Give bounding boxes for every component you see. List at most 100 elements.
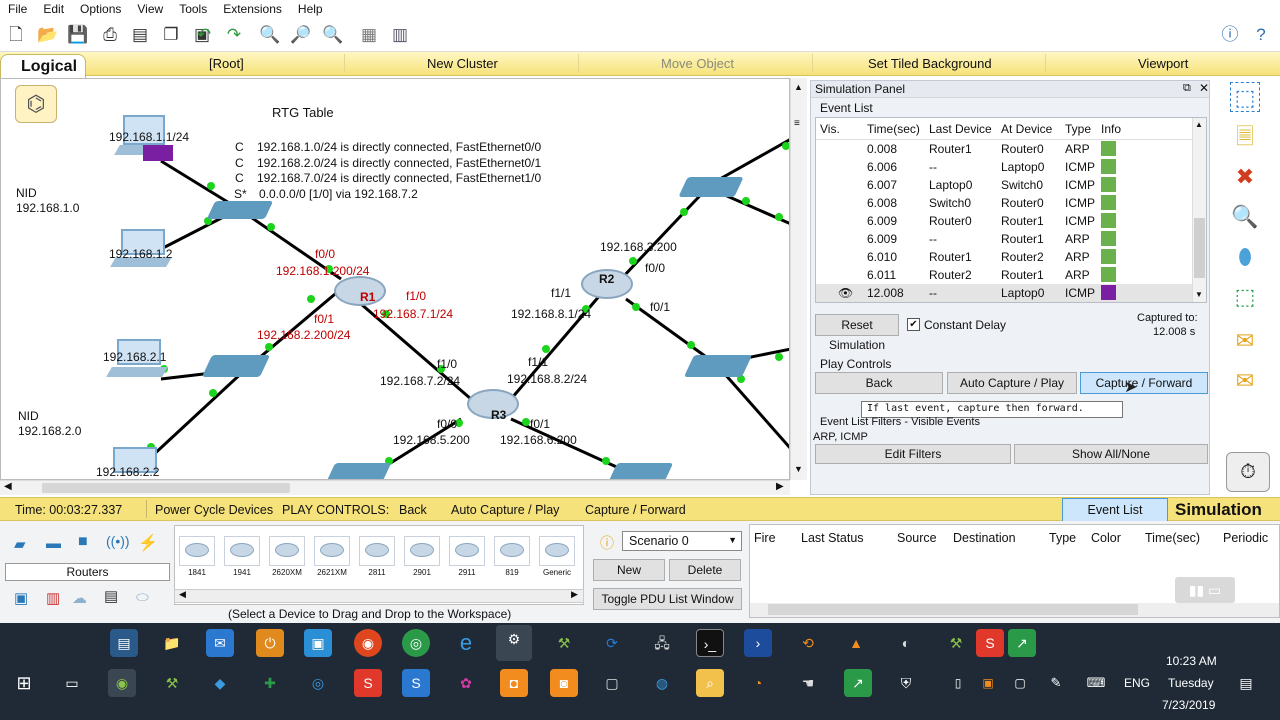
scroll-left-icon[interactable]: ◀ xyxy=(179,589,186,600)
pdu-col-source[interactable]: Source xyxy=(897,531,937,545)
router-model-button[interactable] xyxy=(224,536,260,566)
zoom-in-icon[interactable]: 🔍 xyxy=(259,24,281,46)
switch2[interactable] xyxy=(678,177,744,197)
pdu-envelope-icon[interactable] xyxy=(143,145,173,161)
mail-icon[interactable]: ✉ xyxy=(206,629,234,657)
hubs-category-icon[interactable]: ■ xyxy=(78,533,88,551)
show-all-none-button[interactable]: Show All/None xyxy=(1014,444,1208,464)
router-model-button[interactable] xyxy=(269,536,305,566)
back-button[interactable]: Back xyxy=(815,372,943,394)
scroll-right-icon[interactable]: ▶ xyxy=(776,481,784,492)
app-icon[interactable]: ⟲ xyxy=(794,629,822,657)
language-indicator[interactable]: ENG xyxy=(1124,676,1150,690)
tray-app-icon[interactable]: ▣ xyxy=(974,669,1002,697)
event-row[interactable]: 👁 12.008 -- Laptop0 ICMP xyxy=(816,284,1206,302)
tool3-icon[interactable]: ⚒ xyxy=(158,669,186,697)
pdu-col-time[interactable]: Time(sec) xyxy=(1145,531,1200,545)
print-icon[interactable]: ⎙ xyxy=(99,24,121,46)
scroll-right-icon[interactable]: ▶ xyxy=(571,589,578,600)
delete-icon[interactable]: ✖ xyxy=(1230,162,1260,192)
canvas-vertical-scrollbar[interactable]: ▲ ≡ ▼ xyxy=(790,78,807,480)
palette-icon[interactable]: ▦ xyxy=(358,24,380,46)
close-icon[interactable]: ✕ xyxy=(1199,81,1209,95)
router-model-button[interactable] xyxy=(314,536,350,566)
col-time[interactable]: Time(sec) xyxy=(867,122,920,136)
new-scenario-button[interactable]: New xyxy=(593,559,665,581)
new-file-icon[interactable]: 🗋 xyxy=(5,24,27,46)
pdu-col-destination[interactable]: Destination xyxy=(953,531,1016,545)
canvas-horizontal-scrollbar[interactable]: ◀ ▶ xyxy=(0,480,790,495)
powershell-icon[interactable]: › xyxy=(744,629,772,657)
logical-tab[interactable]: Logical xyxy=(0,54,86,80)
router-model-button[interactable] xyxy=(359,536,395,566)
edit-filters-button[interactable]: Edit Filters xyxy=(815,444,1011,464)
edge-icon[interactable]: ⟳ xyxy=(598,629,626,657)
device-list-scrollbar[interactable]: ◀ ▶ xyxy=(174,589,584,603)
switch0[interactable] xyxy=(206,201,274,219)
clock-day[interactable]: Tuesday xyxy=(1168,676,1214,690)
wireshark-icon[interactable]: ◆ xyxy=(206,669,234,697)
router-model-button[interactable] xyxy=(449,536,485,566)
event-info-swatch[interactable] xyxy=(1101,195,1116,210)
s-app2-icon[interactable]: S xyxy=(354,669,382,697)
set-tiled-background-button[interactable]: Set Tiled Background xyxy=(868,56,992,71)
save-icon[interactable]: 💾 xyxy=(67,24,89,46)
switch4[interactable] xyxy=(326,463,392,479)
select-icon[interactable]: ⬚ xyxy=(1230,82,1260,112)
skype-icon[interactable]: S xyxy=(402,669,430,697)
search-app-icon[interactable]: ⌕ xyxy=(696,669,724,697)
add-simple-pdu-icon[interactable]: ✉ xyxy=(1230,326,1260,356)
ie-icon[interactable]: e xyxy=(452,629,480,657)
keyboard-icon[interactable]: ⌨ xyxy=(1082,669,1110,697)
tool-icon[interactable]: ⚒ xyxy=(550,629,578,657)
browser-icon[interactable]: ◐ xyxy=(892,629,920,657)
menu-help[interactable]: Help xyxy=(290,0,331,18)
window-app-icon[interactable]: ▢ xyxy=(598,669,626,697)
zoom-out-icon[interactable]: 🔍 xyxy=(322,24,344,46)
logical-view-icon[interactable]: ⌬ xyxy=(15,85,57,123)
active-app-icon[interactable]: ◉ xyxy=(108,669,136,697)
capture-forward-button[interactable]: Capture / Forward xyxy=(1080,372,1208,394)
clock-date[interactable]: 7/23/2019 xyxy=(1162,698,1215,712)
col-info[interactable]: Info xyxy=(1101,122,1121,136)
restore-icon[interactable]: ⧉ xyxy=(1183,82,1191,95)
router-model-button[interactable] xyxy=(404,536,440,566)
event-info-swatch[interactable] xyxy=(1101,159,1116,174)
move-object-button[interactable]: Move Object xyxy=(661,56,734,71)
connections-category-icon[interactable]: ⚡ xyxy=(138,533,158,553)
store-icon[interactable]: ▣ xyxy=(304,629,332,657)
event-list-toggle-button[interactable]: Event List xyxy=(1062,498,1168,522)
switch5[interactable] xyxy=(608,463,674,479)
event-row[interactable]: 0.008 Router1 Router0 ARP xyxy=(816,140,1206,158)
hand-app-icon[interactable]: ☚ xyxy=(794,669,822,697)
start-icon[interactable]: ⊞ xyxy=(10,669,38,697)
custom-device-icon[interactable]: ▥ xyxy=(389,24,411,46)
switch1[interactable] xyxy=(201,355,271,377)
copy-icon[interactable]: ❐ xyxy=(160,24,182,46)
menu-edit[interactable]: Edit xyxy=(35,0,72,18)
orange-app-icon[interactable]: ◘ xyxy=(500,669,528,697)
open-folder-icon[interactable]: 📂 xyxy=(37,24,59,46)
event-info-swatch[interactable] xyxy=(1101,249,1116,264)
eye-icon[interactable]: 👁 xyxy=(838,286,853,300)
event-info-swatch[interactable] xyxy=(1101,213,1116,228)
delete-scenario-button[interactable]: Delete xyxy=(669,559,741,581)
switches-category-icon[interactable]: ▬ xyxy=(46,535,61,552)
status-capture-forward-button[interactable]: Capture / Forward xyxy=(585,503,686,517)
col-at-device[interactable]: At Device xyxy=(1001,122,1052,136)
power-cycle-devices[interactable]: Power Cycle Devices xyxy=(155,503,273,517)
menu-file[interactable]: File xyxy=(0,0,35,18)
end-devices-icon[interactable]: ▣ xyxy=(14,589,28,607)
reset-simulation-button[interactable]: Reset Simulation xyxy=(815,314,899,352)
bug-icon[interactable]: ✿ xyxy=(452,669,480,697)
wan-emulation-icon[interactable]: ☁ xyxy=(72,589,87,607)
chrome-icon[interactable]: ◎ xyxy=(402,629,430,657)
pdu-col-last-status[interactable]: Last Status xyxy=(801,531,864,545)
terminal-icon[interactable]: ›_ xyxy=(696,629,724,657)
help-icon[interactable]: ? xyxy=(1250,24,1272,46)
root-button[interactable]: [Root] xyxy=(209,56,244,71)
power-icon[interactable]: ⏻ xyxy=(256,629,284,657)
col-last-device[interactable]: Last Device xyxy=(929,122,992,136)
s-app-icon[interactable]: S xyxy=(976,629,1004,657)
toggle-pdu-list-button[interactable]: Toggle PDU List Window xyxy=(593,588,742,610)
